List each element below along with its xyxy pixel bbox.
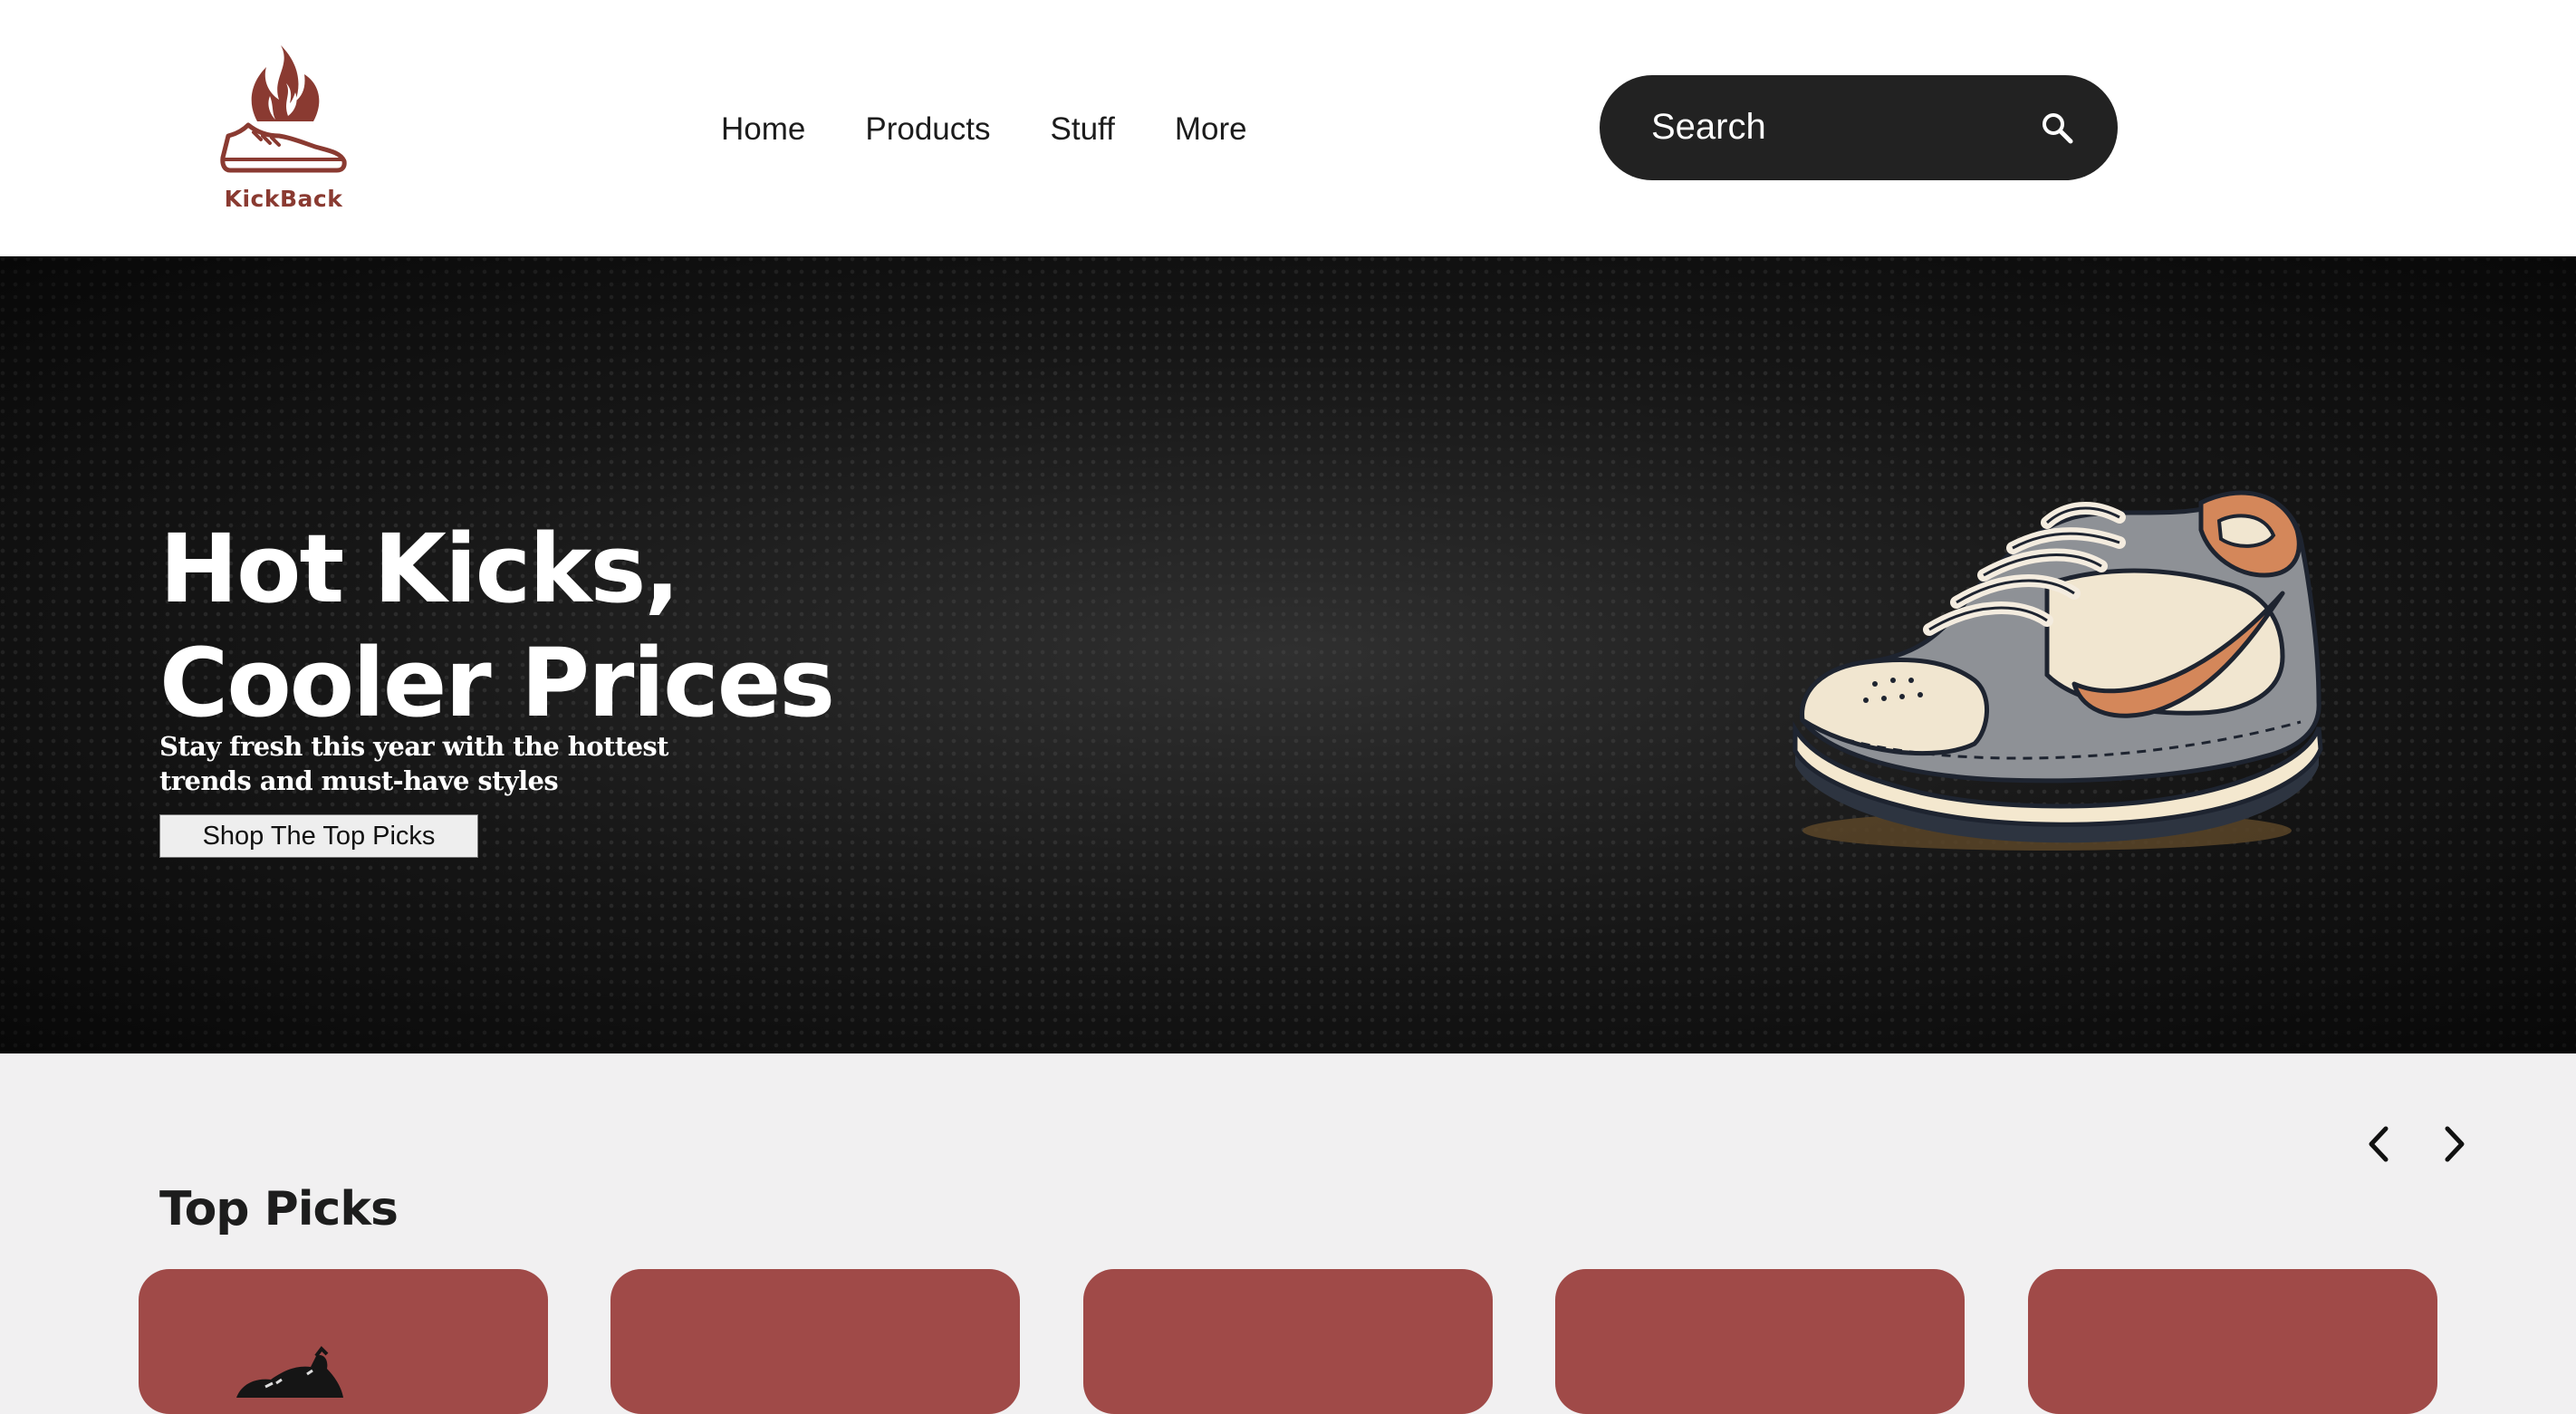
product-card[interactable] [610, 1269, 1020, 1414]
hero-title-line: Cooler Prices [159, 628, 835, 738]
hero-subtitle-line: Stay fresh this year with the hottest [159, 731, 669, 762]
search-bar[interactable]: Search [1600, 75, 2118, 180]
main-nav: Home Products Stuff More [721, 107, 1307, 152]
kickback-logo[interactable]: KickBack [216, 42, 351, 218]
product-card[interactable] [1555, 1269, 1965, 1414]
nav-item-stuff[interactable]: Stuff [1051, 107, 1115, 152]
sneaker-illustration [1793, 490, 2323, 851]
nav-item-products[interactable]: Products [865, 107, 990, 152]
logo-wordmark: KickBack [224, 186, 343, 212]
hero-banner: Hot Kicks, Cooler Prices Stay fresh this… [0, 256, 2576, 1053]
site-header: KickBack Home Products Stuff More Search [0, 0, 2576, 256]
chevron-left-icon[interactable] [2357, 1121, 2402, 1167]
hero-subtitle: Stay fresh this year with the hottest tr… [159, 729, 669, 798]
section-title: Top Picks [159, 1182, 399, 1236]
flame-sneaker-logo-icon [220, 45, 347, 173]
product-card[interactable] [139, 1269, 548, 1414]
sneaker-thumbnail [236, 1345, 343, 1398]
hero-subtitle-line: trends and must-have styles [159, 765, 559, 796]
product-card[interactable] [1083, 1269, 1493, 1414]
hero-title-line: Hot Kicks, [159, 514, 680, 624]
shop-top-picks-button[interactable]: Shop The Top Picks [159, 814, 478, 858]
search-icon[interactable] [2039, 110, 2075, 146]
chevron-right-icon[interactable] [2431, 1121, 2476, 1167]
nav-item-more[interactable]: More [1175, 107, 1247, 152]
product-card[interactable] [2028, 1269, 2437, 1414]
search-input[interactable]: Search [1651, 104, 1766, 149]
hero-title: Hot Kicks, Cooler Prices [159, 512, 835, 740]
nav-item-home[interactable]: Home [721, 107, 805, 152]
